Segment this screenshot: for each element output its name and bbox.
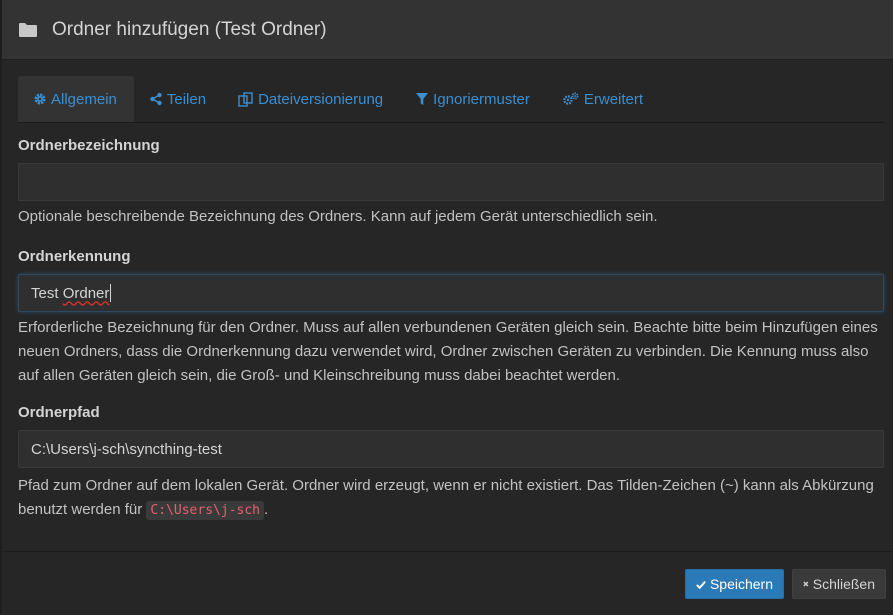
folder-label-title: Ordnerbezeichnung	[18, 137, 160, 154]
text-cursor	[110, 284, 112, 302]
folder-id-help: Erforderliche Bezeichnung für den Ordner…	[18, 319, 878, 384]
folder-label-input[interactable]	[18, 163, 884, 201]
folder-id-value-prefix: Test	[31, 284, 63, 302]
tab-ignore-patterns[interactable]: Ignoriermuster	[400, 76, 547, 122]
save-button[interactable]: Speichern	[685, 569, 784, 599]
tab-advanced[interactable]: Erweitert	[547, 76, 660, 122]
tab-sharing-label: Teilen	[166, 90, 207, 108]
tab-sharing[interactable]: Teilen	[134, 76, 223, 122]
folder-path-title: Ordnerpfad	[18, 404, 100, 421]
tab-bar: Allgemein Teilen Dateiversionierung Igno…	[18, 76, 885, 123]
home-path-code: C:\Users\j-sch	[146, 501, 264, 520]
close-button-label: Schließen	[812, 576, 875, 592]
dialog-title: Ordner hinzufügen (Test Ordner)	[52, 18, 327, 40]
close-icon	[803, 581, 809, 587]
folder-path-input[interactable]	[18, 430, 884, 468]
dialog-header: Ordner hinzufügen (Test Ordner)	[2, 0, 893, 60]
tab-advanced-label: Erweitert	[583, 90, 644, 108]
dialog-footer: Speichern Schließen	[2, 551, 893, 615]
copy-icon	[238, 91, 253, 107]
folder-path-help-end: .	[264, 501, 269, 518]
tab-general-label: Allgemein	[51, 90, 117, 108]
folder-path-help: Pfad zum Ordner auf dem lokalen Gerät. O…	[18, 474, 888, 523]
folder-id-input[interactable]: Test Ordner	[18, 274, 884, 312]
folder-id-value-word: Ordner	[62, 284, 110, 302]
tab-versioning[interactable]: Dateiversionierung	[223, 76, 400, 122]
gear-icon	[34, 93, 46, 105]
gears-icon	[563, 92, 579, 105]
tab-ignore-patterns-label: Ignoriermuster	[433, 90, 530, 108]
filter-icon	[416, 93, 429, 105]
dialog-body: Allgemein Teilen Dateiversionierung Igno…	[18, 76, 885, 523]
check-icon	[696, 580, 706, 589]
share-icon	[150, 92, 162, 106]
tab-general[interactable]: Allgemein	[18, 76, 134, 122]
folder-icon	[18, 22, 38, 38]
close-button[interactable]: Schließen	[792, 569, 886, 599]
tab-versioning-label: Dateiversionierung	[258, 90, 384, 108]
folder-id-title: Ordnerkennung	[18, 248, 131, 265]
add-folder-dialog: Ordner hinzufügen (Test Ordner) Allgemei…	[0, 0, 893, 615]
save-button-label: Speichern	[709, 576, 773, 592]
folder-label-help: Optionale beschreibende Bezeichnung des …	[18, 208, 658, 225]
